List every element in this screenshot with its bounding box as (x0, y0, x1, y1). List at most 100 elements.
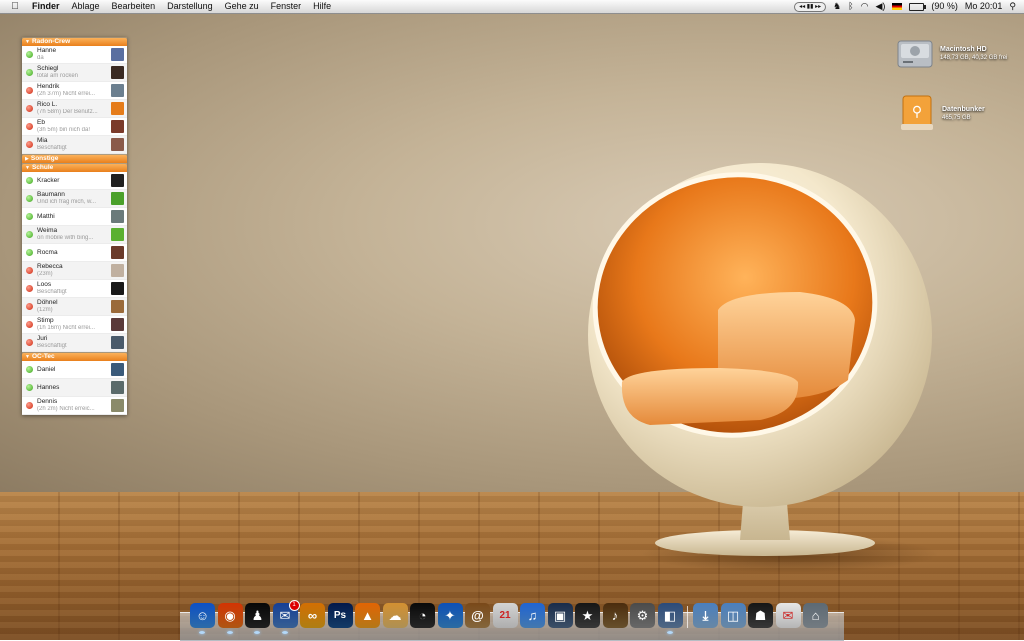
dock-vlc-icon[interactable]: ▲ (355, 603, 380, 628)
input-source-flag-icon[interactable] (892, 3, 903, 10)
dock-mail-icon[interactable]: ✉ 1 (272, 600, 300, 634)
contact-row[interactable]: Hanne da (22, 46, 127, 64)
contact-name: Rocma (37, 249, 58, 256)
adium-status-icon[interactable]: ♞ (833, 0, 841, 13)
group-header-sonstige[interactable]: ▶ Sonstige (22, 155, 127, 163)
dock-user-folder-icon[interactable]: ☗ (748, 603, 773, 628)
group-header-schule[interactable]: ▼ Schule (22, 164, 127, 172)
disclosure-down-icon: ▼ (25, 165, 30, 171)
dock-safari-icon[interactable]: ✦ (437, 603, 463, 628)
group-name: Sonstige (30, 155, 59, 162)
dock-dashboard-icon[interactable]: ◔ (410, 603, 435, 628)
contact-row[interactable]: Hendrik (2h 37m) Nicht errei... (22, 82, 127, 100)
dock-badge: 1 (288, 600, 300, 611)
contact-name: Rico L. (37, 101, 58, 108)
dock-photoshop-icon[interactable]: Ps (327, 603, 353, 628)
menu-ablage[interactable]: Ablage (66, 0, 106, 13)
dock-imovie-icon[interactable]: ★ (575, 603, 600, 628)
dock-finder-icon[interactable]: ☺ (190, 603, 215, 634)
contact-name: Baumann (37, 191, 65, 198)
dock-downloads-folder-icon[interactable]: ⤓ (693, 603, 718, 628)
contact-row[interactable]: Rocma (22, 244, 127, 262)
contact-row[interactable]: Daniel (22, 361, 127, 379)
menu-hilfe[interactable]: Hilfe (307, 0, 337, 13)
dock-address-book-icon[interactable]: @ (465, 603, 490, 628)
dock-ical-glyph: 21 (499, 610, 511, 621)
group-header-oc-tec[interactable]: ▼ OC-Tec (22, 353, 127, 361)
dock-documents-folder-icon[interactable]: ◫ (720, 603, 746, 628)
contact-name: Schiegl (37, 65, 59, 72)
usb-drive-icon: ⚲ (901, 95, 933, 130)
dock-bridge-icon[interactable]: ∞ (300, 603, 325, 628)
contact-row[interactable]: Loos Beschäftigt (22, 280, 127, 298)
menu-darstellung[interactable]: Darstellung (161, 0, 219, 13)
media-controls[interactable]: ◂◂ ▮▮ ▸▸ (794, 1, 827, 12)
menu-fenster[interactable]: Fenster (265, 0, 308, 13)
contact-status: Beschäftigt (37, 342, 67, 349)
contact-row[interactable]: Dennis (2h 2m) Nicht erreic... (22, 397, 127, 415)
contact-row[interactable]: Juri Beschäftigt (22, 334, 127, 352)
online-status-icon (26, 384, 33, 391)
menu-bearbeiten[interactable]: Bearbeiten (106, 0, 162, 13)
contact-row[interactable]: Kracker (22, 172, 127, 190)
contact-row[interactable]: Schiegl total am rocken (22, 64, 127, 82)
contact-row[interactable]: Stimp (1h 16m) Nicht errei... (22, 316, 127, 334)
battery-percentage[interactable]: (90 %) (931, 0, 958, 13)
dock-iphoto-icon[interactable]: ▣ (547, 603, 573, 628)
dock-garageband-icon[interactable]: ♪ (602, 603, 628, 628)
contact-row[interactable]: Rico L. (7h 58m) Der Benutz... (22, 100, 127, 118)
group-header-radon-crew[interactable]: ▼ Radon-Crew (22, 38, 127, 46)
apple-menu-icon[interactable]:  (8, 1, 22, 12)
contact-avatar (111, 246, 124, 259)
contact-avatar (111, 102, 124, 115)
disclosure-down-icon: ▼ (25, 354, 30, 360)
contact-row[interactable]: Weima on mobile with bing... (22, 226, 127, 244)
contact-row[interactable]: Hannes (22, 379, 127, 397)
menu-gehe-zu[interactable]: Gehe zu (219, 0, 265, 13)
contact-avatar (111, 363, 124, 376)
contact-row[interactable]: Matthi (22, 208, 127, 226)
dock-vlc-glyph: ▲ (361, 608, 374, 623)
dock-trash-icon[interactable]: ⌂ (803, 603, 828, 628)
dock-ical-icon[interactable]: 21 (492, 603, 518, 628)
svg-text:⚲: ⚲ (912, 104, 922, 120)
battery-icon[interactable] (909, 2, 927, 11)
online-status-icon (26, 231, 33, 238)
dock-toast-icon[interactable]: ☁ (382, 603, 408, 628)
dock-apps-stack-glyph: ✉ (782, 608, 794, 623)
desktop[interactable] (0, 0, 1024, 640)
away-status-icon (26, 321, 33, 328)
dock-preview-icon[interactable]: ◧ (657, 603, 683, 634)
dock-apps-stack-icon[interactable]: ✉ (775, 603, 801, 628)
contact-status: total am rocken (37, 72, 79, 79)
away-status-icon (26, 339, 33, 346)
contact-avatar (111, 336, 124, 349)
away-status-icon (26, 87, 33, 94)
menu-clock[interactable]: Mo 20:01 (965, 0, 1003, 13)
dock-separator (687, 606, 688, 628)
dock-system-preferences-icon[interactable]: ⚙ (630, 603, 655, 628)
contact-row[interactable]: Döhnel (12m) (22, 298, 127, 316)
dock-firefox-icon[interactable]: ◉ (217, 603, 243, 634)
spotlight-search-icon[interactable]: ⚲ (1009, 0, 1016, 13)
dock-trash-glyph: ⌂ (811, 608, 820, 623)
contact-name: Hendrik (37, 83, 60, 90)
contact-status: (23m) (37, 270, 53, 277)
dock-adium-icon[interactable]: ♟ (245, 603, 270, 634)
dock-itunes-icon[interactable]: ♫ (520, 603, 545, 628)
contact-name: Kracker (37, 177, 60, 184)
group-contacts: Daniel Hannes Dennis (2h 2m) Nicht erreic..… (22, 361, 127, 415)
contact-row[interactable]: Mia Beschäftigt (22, 136, 127, 154)
contact-avatar (111, 138, 124, 151)
contact-row[interactable]: Rebecca (23m) (22, 262, 127, 280)
bluetooth-icon[interactable]: ᛒ (848, 0, 853, 13)
menu-app-name[interactable]: Finder (22, 0, 66, 13)
contact-avatar (111, 66, 124, 79)
contact-row[interactable]: Baumann Und ich frag mich, w... (22, 190, 127, 208)
volume-icon[interactable]: ◀) (875, 0, 885, 13)
contact-row[interactable]: Eb (3h 5m) bin nich da! (22, 118, 127, 136)
away-status-icon (26, 123, 33, 130)
contact-name: Loos (37, 281, 52, 288)
dock: ☺ ◉ ♟ ✉ 1 ∞ Ps ▲ ☁ ◔ ✦ @21 ♫ ▣ ★ ♪ ⚙ ◧ ⤓ ◫ ☗ ✉ ⌂ (190, 600, 840, 635)
wifi-icon[interactable]: ◠ (861, 0, 869, 13)
